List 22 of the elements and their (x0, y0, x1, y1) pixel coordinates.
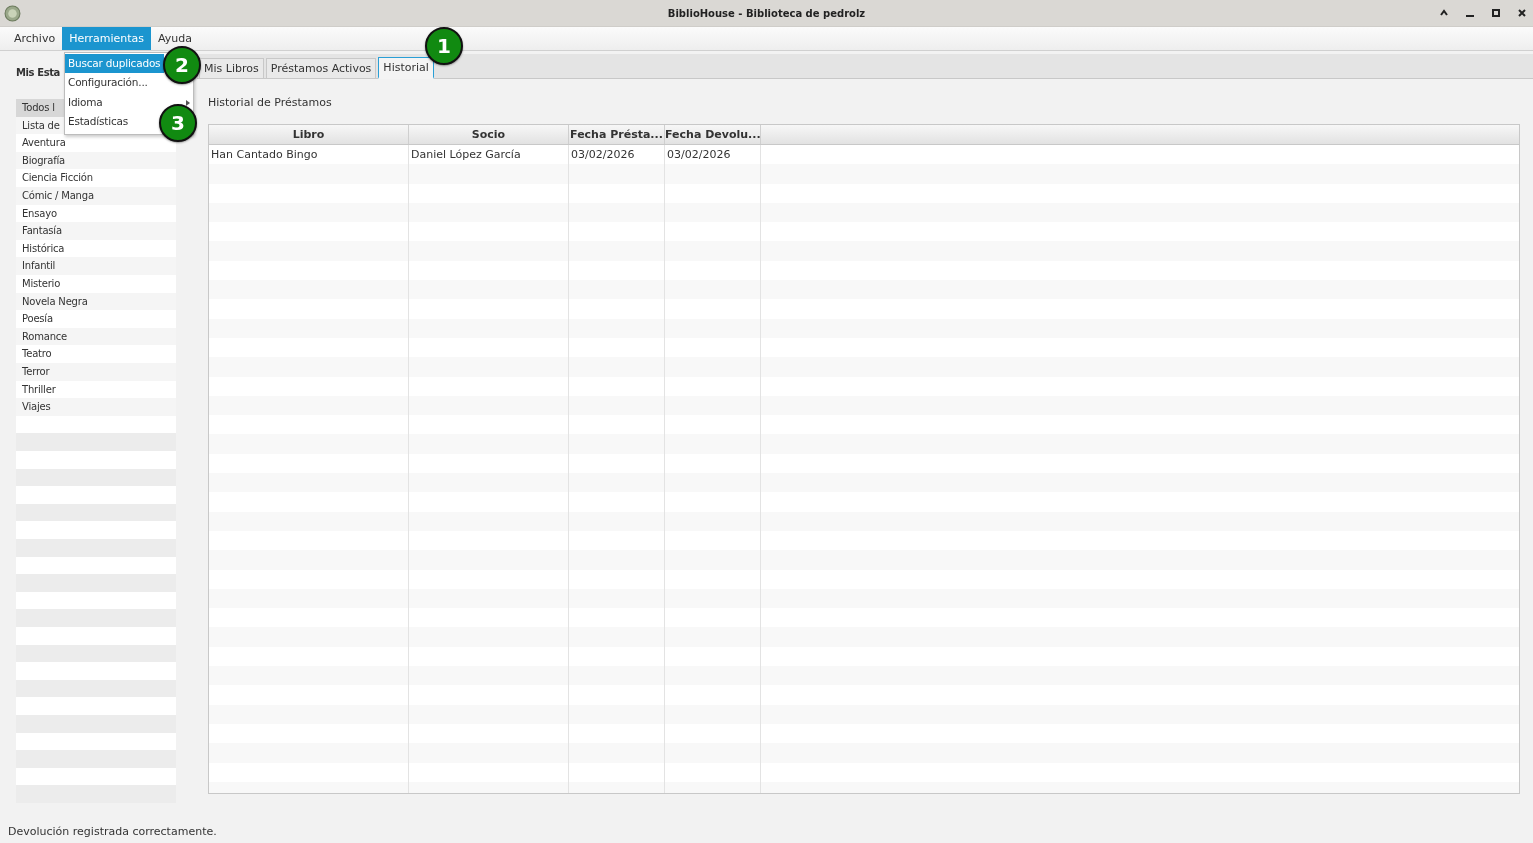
column-header[interactable]: Fecha Présta... (569, 125, 665, 144)
category-item[interactable]: Infantil (16, 257, 176, 275)
section-title: Historial de Préstamos (208, 96, 333, 111)
tab[interactable]: Historial (378, 57, 434, 79)
tab[interactable]: Mis Libros (199, 58, 264, 78)
close-icon[interactable] (1517, 8, 1527, 18)
column-header[interactable]: Fecha Devolu... (665, 125, 761, 144)
chevron-up-icon[interactable] (1439, 8, 1449, 18)
tab[interactable]: Préstamos Activos (265, 58, 377, 78)
category-item[interactable]: Viajes (16, 398, 176, 416)
panel-title: Mis Esta (16, 67, 60, 80)
status-message: Devolución registrada correctamente. (7, 824, 218, 840)
menu-option[interactable]: Idioma (65, 92, 161, 112)
menu-option[interactable]: Configuración... (65, 73, 161, 93)
maximize-icon[interactable] (1491, 8, 1501, 18)
app-icon (4, 4, 21, 22)
category-item[interactable]: Fantasía (16, 222, 176, 240)
column-header[interactable]: Libro (209, 125, 409, 144)
window-title: BiblioHouse - Biblioteca de pedrolz (667, 7, 866, 19)
column-header[interactable]: Socio (409, 125, 569, 144)
menu-item[interactable]: Archivo (7, 27, 63, 50)
menu-option[interactable]: Estadísticas (65, 111, 161, 132)
